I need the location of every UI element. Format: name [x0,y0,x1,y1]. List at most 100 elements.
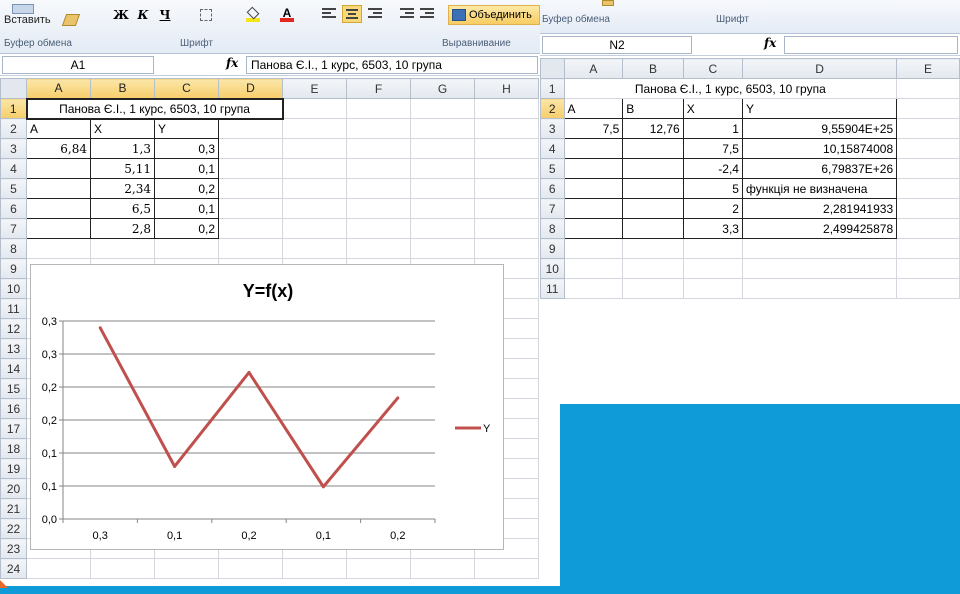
cell[interactable] [741,258,898,279]
row-header[interactable]: 20 [0,478,27,499]
cell-x[interactable]: 1,3 [90,138,155,159]
cell-y[interactable]: 0,1 [154,158,219,179]
cell[interactable] [282,238,347,259]
cell[interactable] [282,138,347,159]
cell[interactable] [218,218,283,239]
cell[interactable] [622,198,684,219]
cell[interactable] [563,218,624,239]
header-cell-b[interactable]: B [622,98,684,119]
name-box[interactable]: A1 [2,56,154,74]
cell[interactable] [218,178,283,199]
font-color-icon[interactable]: A [280,6,294,22]
row-header[interactable]: 23 [0,538,27,559]
format-painter-icon[interactable] [61,14,81,26]
cell[interactable] [154,558,219,579]
cell[interactable] [622,158,684,179]
col-header[interactable]: D [218,78,283,99]
row-header[interactable]: 12 [0,318,27,339]
row-header[interactable]: 7 [540,198,565,219]
cell[interactable] [896,238,960,259]
row-header[interactable]: 2 [0,118,27,139]
row-header[interactable]: 9 [540,238,565,259]
cell[interactable] [26,158,91,179]
cell-x[interactable]: 5,11 [90,158,155,179]
cell[interactable] [218,118,283,139]
cell-x[interactable]: 6,5 [90,198,155,219]
formula-input[interactable] [784,36,958,54]
line-chart[interactable]: Y=f(x) 0,0 0,1 0,1 0,2 0,2 0,3 0,3 0,3 0,1 0,2 0,1 0… [30,264,504,550]
paste-button[interactable]: Вставить [4,4,51,26]
cell[interactable] [622,238,684,259]
cell[interactable] [896,138,960,159]
cell-a3[interactable]: 6,84 [26,138,91,159]
align-center-icon[interactable] [342,5,362,23]
row-header[interactable]: 1 [0,98,27,119]
cell[interactable] [218,138,283,159]
cell[interactable] [346,218,411,239]
cell[interactable] [741,278,898,299]
cell[interactable] [896,218,960,239]
cell[interactable] [410,98,475,119]
row-header[interactable]: 4 [540,138,565,159]
cell[interactable] [896,78,960,99]
col-header[interactable]: B [90,78,155,99]
header-cell-a[interactable]: A [26,118,91,139]
cell[interactable] [218,158,283,179]
cell[interactable] [474,558,539,579]
header-cell-x[interactable]: X [682,98,743,119]
row-header[interactable]: 8 [0,238,27,259]
row-header[interactable]: 10 [540,258,565,279]
cell-x[interactable]: 5 [682,178,743,199]
cell-y[interactable]: 0,2 [154,178,219,199]
cell[interactable] [282,558,347,579]
bold-button[interactable]: Ж [112,6,130,24]
cell[interactable] [282,218,347,239]
row-header[interactable]: 5 [0,178,27,199]
title-cell[interactable]: Панова Є.І., 1 курс, 6503, 10 група [25,97,284,120]
cell-x[interactable]: 2 [682,198,743,219]
cell-y[interactable]: 0,3 [154,138,219,159]
cell-x[interactable]: 7,5 [682,138,743,159]
cell[interactable] [474,138,539,159]
name-box[interactable]: N2 [542,36,692,54]
cell[interactable] [563,158,624,179]
cell[interactable] [26,218,91,239]
cell[interactable] [474,218,539,239]
cell[interactable] [410,238,475,259]
col-header[interactable]: H [474,78,539,99]
cell[interactable] [682,278,743,299]
cell[interactable] [622,258,684,279]
cell[interactable] [896,258,960,279]
cell[interactable] [563,278,624,299]
row-header[interactable]: 16 [0,398,27,419]
cell-y[interactable]: 10,15874008 [741,138,898,159]
row-header[interactable]: 18 [0,438,27,459]
italic-button[interactable]: К [134,6,152,24]
increase-indent-icon[interactable] [420,8,434,20]
cell[interactable] [410,218,475,239]
row-header[interactable]: 8 [540,218,565,239]
cell[interactable] [474,158,539,179]
cell[interactable] [346,198,411,219]
col-header[interactable]: A [26,78,91,99]
cell[interactable] [622,218,684,239]
cell[interactable] [563,238,624,259]
fill-color-icon[interactable] [246,6,260,22]
header-cell-y[interactable]: Y [741,98,898,119]
col-header[interactable]: C [154,78,219,99]
cell[interactable] [218,198,283,219]
cell-y[interactable]: функція не визначена [741,178,898,199]
fx-icon[interactable]: fx [764,36,776,50]
cell[interactable] [474,118,539,139]
row-header[interactable]: 3 [540,118,565,139]
cell[interactable] [346,118,411,139]
cell-x[interactable]: 1 [682,118,743,139]
cell[interactable] [896,118,960,139]
cell[interactable] [90,238,155,259]
col-header[interactable]: D [741,58,898,79]
cell[interactable] [741,238,898,259]
header-cell-x[interactable]: X [90,118,155,139]
cell[interactable] [622,178,684,199]
col-header[interactable]: G [410,78,475,99]
cell[interactable] [26,558,91,579]
